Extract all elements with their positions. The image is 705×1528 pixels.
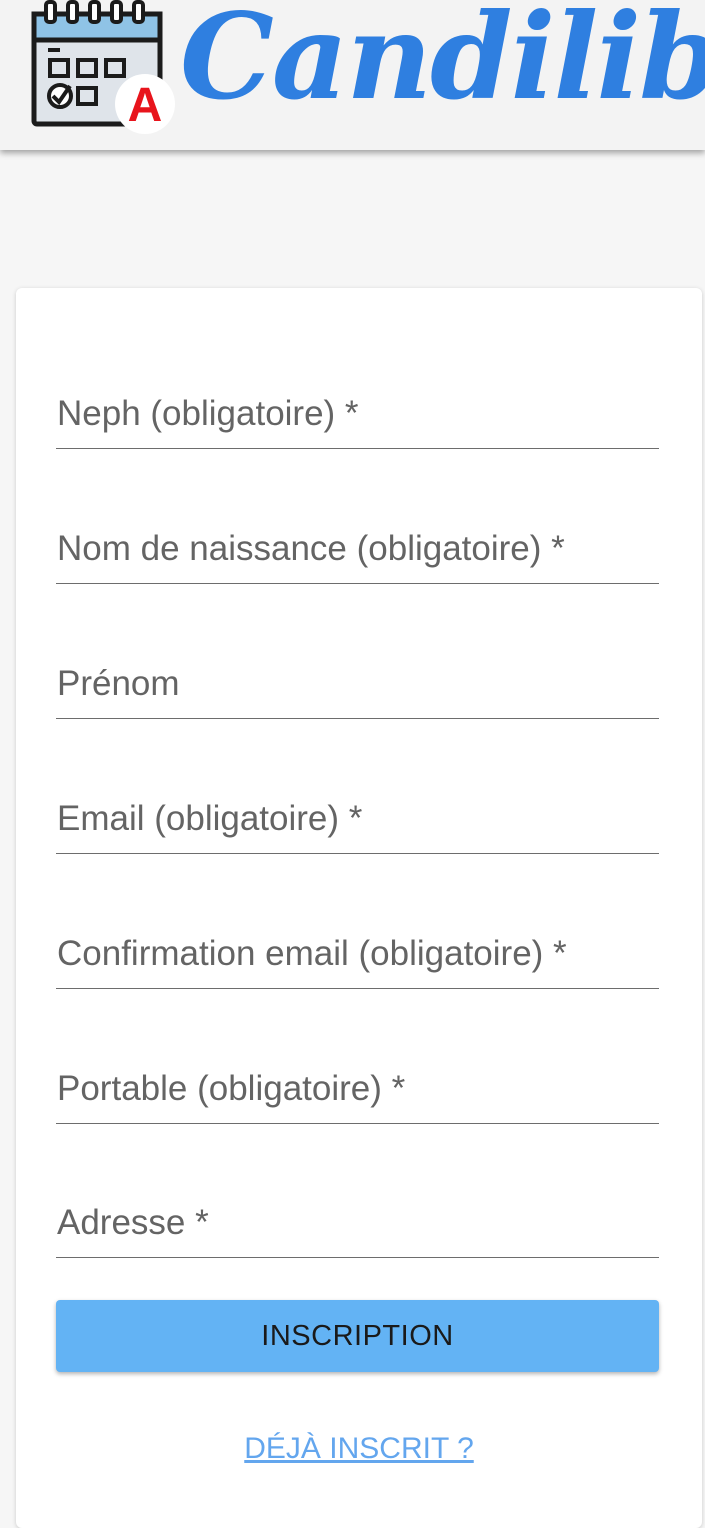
- inscription-button[interactable]: INSCRIPTION: [56, 1300, 659, 1372]
- birth-name-field[interactable]: Nom de naissance (obligatoire) *: [56, 519, 659, 584]
- mobile-phone-field-label: Portable (obligatoire) *: [57, 1069, 406, 1108]
- email-confirmation-field-label: Confirmation email (obligatoire) *: [57, 934, 567, 973]
- address-field[interactable]: Adresse *: [56, 1193, 659, 1258]
- mobile-phone-field[interactable]: Portable (obligatoire) *: [56, 1059, 659, 1124]
- already-registered-link[interactable]: DÉJÀ INSCRIT ?: [16, 1432, 702, 1466]
- neph-field-label: Neph (obligatoire) *: [57, 394, 359, 433]
- registration-card: Neph (obligatoire) * Nom de naissance (o…: [16, 288, 702, 1528]
- calendar-logo-icon: A: [31, 0, 175, 134]
- first-name-field-label: Prénom: [57, 664, 180, 703]
- email-field[interactable]: Email (obligatoire) *: [56, 789, 659, 854]
- neph-field[interactable]: Neph (obligatoire) *: [56, 384, 659, 449]
- email-confirmation-field[interactable]: Confirmation email (obligatoire) *: [56, 924, 659, 989]
- first-name-field[interactable]: Prénom: [56, 654, 659, 719]
- birth-name-field-label: Nom de naissance (obligatoire) *: [57, 529, 565, 568]
- logo-badge-letter: A: [128, 79, 163, 132]
- brand-name: Candilib: [180, 0, 705, 126]
- email-field-label: Email (obligatoire) *: [57, 799, 363, 838]
- app-header: A Candilib: [0, 0, 705, 150]
- address-field-label: Adresse *: [57, 1203, 209, 1242]
